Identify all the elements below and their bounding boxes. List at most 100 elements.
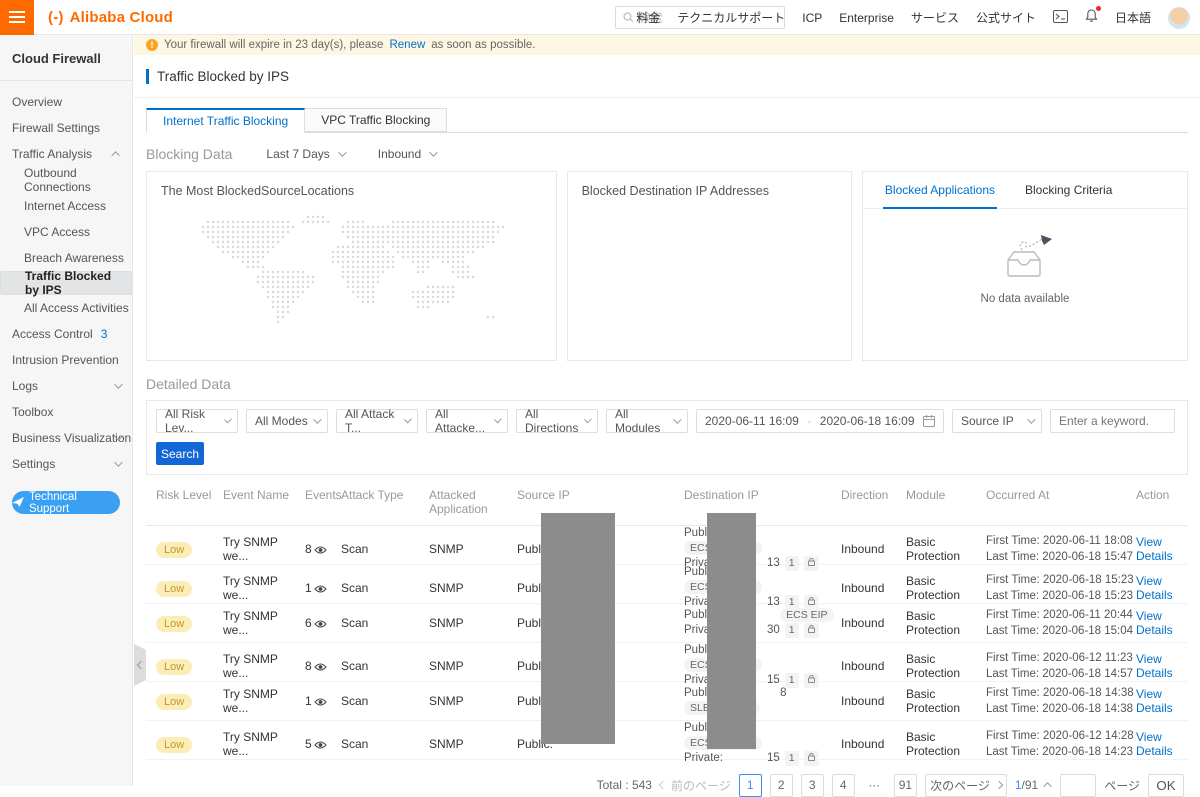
view-details-link[interactable]: View Details	[1136, 574, 1173, 602]
date-to[interactable]: 2020-06-18 16:09	[820, 414, 915, 428]
event-name: Try SNMP we...	[223, 651, 278, 680]
sidebar-item-vpc-access[interactable]: VPC Access	[0, 219, 132, 245]
time-range-dropdown[interactable]: Last 7 Days	[266, 147, 347, 161]
view-details-link[interactable]: View Details	[1136, 730, 1173, 758]
module-filter[interactable]: All Modules	[606, 407, 688, 435]
eye-icon[interactable]	[314, 697, 327, 707]
world-map	[202, 215, 505, 324]
attack-type-filter[interactable]: All Attack T...	[336, 407, 418, 435]
brand-name: Alibaba Cloud	[69, 8, 174, 26]
avatar[interactable]	[1168, 6, 1190, 29]
sidebar-item-intrusion-prevention[interactable]: Intrusion Prevention	[0, 347, 132, 373]
eye-icon[interactable]	[314, 545, 327, 555]
chevron-up-icon[interactable]	[1043, 782, 1053, 791]
next-page-button[interactable]: 次のページ	[925, 773, 1007, 797]
sidebar-item-traffic-blocked-by-ips[interactable]: Traffic Blocked by IPS	[0, 269, 132, 297]
sidebar-item-overview[interactable]: Overview	[0, 89, 132, 115]
page-header: Traffic Blocked by IPS	[134, 55, 1200, 98]
blocked-destination-panel: Blocked Destination IP Addresses	[566, 171, 852, 361]
keyword-input[interactable]	[1050, 409, 1175, 433]
empty-state: No data available	[863, 234, 1187, 305]
nav-icp[interactable]: ICP	[802, 11, 822, 25]
mode-filter[interactable]: All Modes	[246, 409, 328, 433]
tab-blocking-criteria[interactable]: Blocking Criteria	[1023, 173, 1114, 207]
console-icon[interactable]	[1052, 9, 1068, 26]
tab-blocked-applications[interactable]: Blocked Applications	[882, 173, 997, 209]
table-row: Low Try SNMP we... 8 Scan SNMP Public: P…	[146, 643, 1188, 688]
title-accent-bar	[146, 68, 149, 84]
paper-plane-icon	[12, 497, 24, 507]
risk-badge: Low	[156, 580, 193, 597]
page-91[interactable]: 91	[893, 773, 918, 797]
sidebar-item-outbound-connections[interactable]: Outbound Connections	[0, 166, 132, 194]
eye-icon[interactable]	[314, 584, 327, 594]
nav-official-site[interactable]: 公式サイト	[976, 9, 1036, 26]
risk-level-filter[interactable]: All Risk Lev...	[156, 407, 238, 435]
tab-internet-traffic-blocking[interactable]: Internet Traffic Blocking	[146, 108, 306, 133]
redaction-overlay-source-ip	[541, 513, 615, 744]
prev-page-button[interactable]: 前のページ	[658, 777, 731, 794]
bell-icon[interactable]	[1085, 6, 1101, 26]
search-button[interactable]: Search	[156, 442, 204, 465]
alibaba-cloud-logo[interactable]: (-) Alibaba Cloud	[48, 9, 173, 26]
table-row: Low Try SNMP we... 1 Scan SNMP Public: P…	[146, 565, 1188, 610]
sidebar-item-logs[interactable]: Logs	[0, 373, 132, 399]
page-3[interactable]: 3	[800, 773, 824, 797]
sidebar-item-breach-awareness[interactable]: Breach Awareness	[0, 245, 132, 271]
view-details-link[interactable]: View Details	[1136, 535, 1173, 563]
eye-icon[interactable]	[314, 740, 327, 750]
chevron-right-icon	[994, 780, 1004, 790]
technical-support-button[interactable]: Technical Support	[12, 491, 120, 515]
nav-technical-support[interactable]: テクニカルサポート	[677, 9, 785, 26]
no-data-icon	[1007, 235, 1052, 277]
detailed-data-heading: Detailed Data	[146, 376, 231, 392]
keyword-field-select[interactable]: Source IP	[952, 409, 1042, 433]
page-jump-ok-button[interactable]: OK	[1148, 773, 1184, 797]
redaction-overlay-destination-ip	[707, 513, 756, 749]
nav-pricing[interactable]: 料金	[636, 9, 660, 26]
ip-type-badge: ECS EIP	[780, 608, 834, 622]
page-1[interactable]: 1	[738, 773, 762, 797]
language-selector[interactable]: 日本語	[1115, 9, 1151, 26]
lock-icon	[803, 751, 819, 766]
eye-icon[interactable]	[314, 662, 327, 672]
attacked-app-filter[interactable]: All Attacke...	[426, 407, 508, 435]
sidebar-collapse-handle[interactable]	[134, 644, 146, 686]
eye-icon[interactable]	[314, 619, 327, 629]
chevron-down-icon	[673, 415, 682, 424]
chevron-down-icon	[337, 148, 347, 157]
direction-dropdown[interactable]: Inbound	[378, 147, 438, 161]
table-row: Low Try SNMP we... 6 Scan SNMP Public: P…	[146, 604, 1188, 643]
events-table: Risk Level Event Name Events Attack Type At…	[146, 479, 1188, 766]
direction-filter[interactable]: All Directions	[516, 407, 598, 435]
view-details-link[interactable]: View Details	[1136, 687, 1173, 715]
sidebar-item-business-visualization[interactable]: Business Visualization	[0, 425, 132, 451]
sidebar-item-firewall-settings[interactable]: Firewall Settings	[0, 115, 132, 141]
page-word: ページ	[1104, 778, 1140, 793]
sidebar-item-access-control[interactable]: Access Control 3	[0, 321, 132, 347]
tab-vpc-traffic-blocking[interactable]: VPC Traffic Blocking	[305, 108, 448, 132]
hamburger-menu-icon[interactable]	[0, 0, 34, 35]
date-from[interactable]: 2020-06-11 16:09	[705, 414, 799, 428]
view-details-link[interactable]: View Details	[1136, 652, 1173, 680]
page-jump-input[interactable]	[1060, 773, 1097, 797]
sidebar-item-settings[interactable]: Settings	[0, 451, 132, 477]
nav-enterprise[interactable]: Enterprise	[839, 11, 894, 25]
blocked-applications-panel: Blocked Applications Blocking Criteria N…	[861, 171, 1189, 361]
page-2[interactable]: 2	[769, 773, 793, 797]
topbar-nav: 料金 テクニカルサポート ICP Enterprise サービス 公式サイト 日…	[636, 0, 1190, 35]
page-4[interactable]: 4	[831, 773, 855, 797]
table-header: Risk Level Event Name Events Attack Type At…	[146, 479, 1188, 526]
chevron-down-icon	[403, 415, 412, 424]
sidebar-item-traffic-analysis[interactable]: Traffic Analysis	[0, 141, 132, 167]
sidebar-item-internet-access[interactable]: Internet Access	[0, 193, 132, 219]
renew-link[interactable]: Renew	[389, 39, 425, 51]
chevron-down-icon	[583, 415, 592, 424]
sidebar-title: Cloud Firewall	[0, 35, 132, 81]
date-range-picker[interactable]: 2020-06-11 16:09 - 2020-06-18 16:09	[696, 409, 944, 433]
sidebar-item-all-access-activities[interactable]: All Access Activities	[0, 295, 132, 321]
sidebar-item-toolbox[interactable]: Toolbox	[0, 399, 132, 425]
risk-badge: Low	[156, 694, 193, 710]
view-details-link[interactable]: View Details	[1136, 609, 1173, 637]
nav-services[interactable]: サービス	[911, 9, 959, 26]
